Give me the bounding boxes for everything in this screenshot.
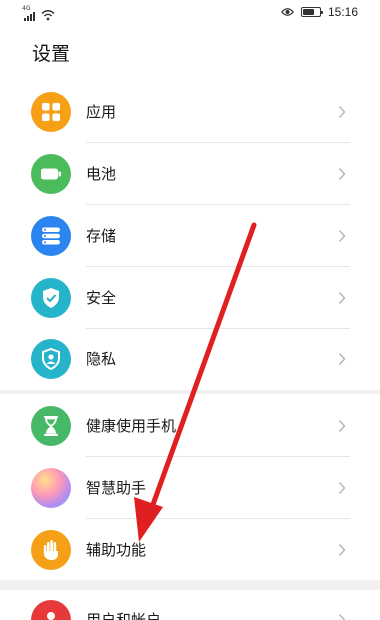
settings-item-accessibility[interactable]: 辅助功能	[0, 519, 380, 581]
chevron-right-icon	[338, 614, 346, 620]
chevron-right-icon	[338, 106, 346, 118]
settings-item-label: 智慧助手	[86, 479, 147, 497]
storage-icon	[31, 216, 71, 256]
chevron-right-icon	[338, 482, 346, 494]
hand-icon	[31, 530, 71, 570]
settings-item-digital-balance[interactable]: 健康使用手机	[0, 395, 380, 457]
smart-assistant-icon	[31, 468, 71, 508]
settings-item-label: 安全	[86, 289, 117, 307]
settings-item-users-accounts[interactable]: 用户和帐户	[0, 589, 380, 620]
page-header: 设置	[0, 26, 380, 82]
chevron-right-icon	[338, 353, 346, 365]
page-title: 设置	[32, 43, 71, 65]
settings-item-apps[interactable]: 应用	[0, 81, 380, 143]
battery-status-icon	[300, 7, 324, 17]
status-time: 15:16	[327, 5, 358, 19]
settings-item-label: 存储	[86, 227, 117, 245]
settings-item-storage[interactable]: 存储	[0, 205, 380, 267]
battery-icon	[31, 154, 71, 194]
hourglass-icon	[31, 406, 71, 446]
settings-item-label: 隐私	[86, 350, 117, 368]
status-bar: 4G 15:16	[0, 0, 380, 26]
settings-item-label: 健康使用手机	[86, 417, 177, 435]
apps-grid-icon	[31, 92, 71, 132]
settings-item-security[interactable]: 安全	[0, 267, 380, 329]
chevron-right-icon	[338, 168, 346, 180]
settings-item-privacy[interactable]: 隐私	[0, 328, 380, 390]
settings-item-battery[interactable]: 电池	[0, 143, 380, 205]
chevron-right-icon	[338, 544, 346, 556]
shield-check-icon	[31, 278, 71, 318]
settings-item-label: 辅助功能	[86, 541, 147, 559]
settings-group-1: 应用 电池 存储 安全 隐私	[0, 82, 380, 390]
chevron-right-icon	[338, 292, 346, 304]
settings-group-3: 用户和帐户	[0, 590, 380, 620]
settings-item-smart-assistant[interactable]: 智慧助手	[0, 457, 380, 519]
chevron-right-icon	[338, 230, 346, 242]
settings-item-label: 用户和帐户	[86, 611, 162, 620]
eye-comfort-icon	[280, 8, 294, 16]
wifi-icon	[41, 10, 55, 21]
privacy-shield-icon	[31, 339, 71, 379]
cellular-signal-icon: 4G	[22, 5, 36, 21]
settings-group-2: 健康使用手机 智慧助手 辅助功能	[0, 394, 380, 580]
settings-item-label: 电池	[86, 165, 117, 183]
chevron-right-icon	[338, 420, 346, 432]
user-icon	[31, 600, 71, 620]
settings-item-label: 应用	[86, 103, 117, 121]
